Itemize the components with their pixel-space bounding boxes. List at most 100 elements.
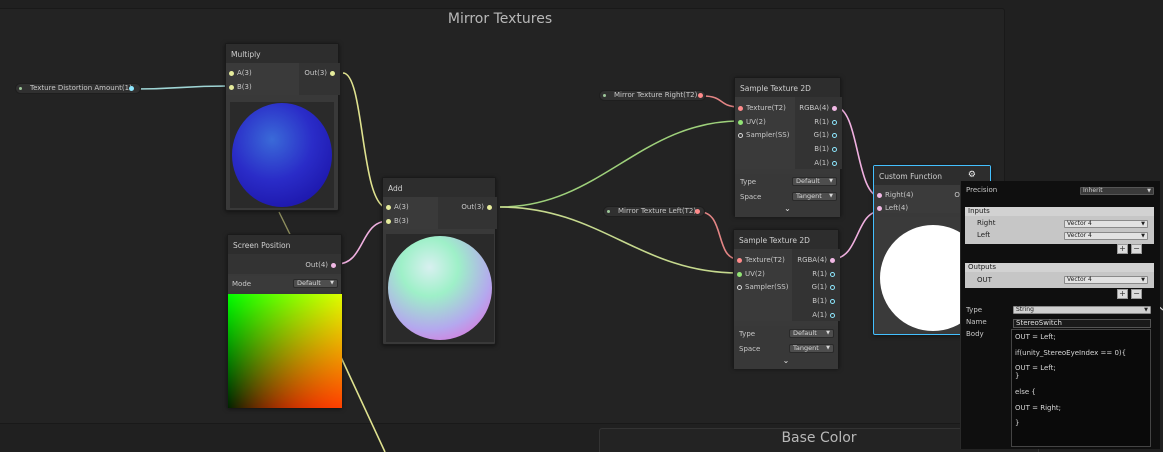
input-port-sampler[interactable]: Sampler(SS) — [735, 131, 789, 139]
gear-icon[interactable]: ⚙ — [968, 170, 976, 180]
screen-position-preview — [228, 294, 342, 408]
output-port-out[interactable]: Out(3) — [304, 69, 338, 77]
input-port-left[interactable]: Left(4) — [874, 204, 908, 212]
chevron-down-icon: ▼ — [829, 178, 833, 184]
add-input-button[interactable]: + — [1117, 244, 1128, 254]
add-node[interactable]: Add A(3) B(3) Out(3) — [382, 177, 497, 345]
output-type-dropdown[interactable]: Vector 4 ▼ — [1064, 276, 1148, 284]
output-column — [299, 63, 340, 95]
property-mirror-right-port[interactable] — [698, 93, 703, 98]
add-output-button[interactable]: + — [1117, 289, 1128, 299]
output-port-b[interactable]: B(1) — [812, 297, 838, 305]
input-port-uv[interactable]: UV(2) — [735, 118, 766, 126]
multiply-preview — [230, 102, 334, 208]
space-dropdown[interactable]: Tangent ▼ — [792, 192, 837, 201]
code-line: } — [1015, 419, 1020, 427]
mode-row: Mode Default ▼ — [228, 276, 341, 291]
settings-rows: Type Default ▼ Space Tangent ▼ ⌄ — [735, 174, 840, 217]
sample-texture-bottom-node[interactable]: Sample Texture 2D Texture(T2) UV(2) Samp… — [733, 229, 840, 369]
edge-screen-to-add — [336, 220, 389, 265]
input-type-dropdown[interactable]: Vector 4 ▼ — [1064, 232, 1148, 240]
input-port-texture[interactable]: Texture(T2) — [734, 256, 785, 264]
output-port-r[interactable]: R(1) — [812, 270, 838, 278]
node-title-text: Custom Function — [879, 172, 943, 181]
preview-gradient-x — [228, 294, 342, 408]
screen-position-node[interactable]: Screen Position Out(4) Mode Default ▼ — [227, 234, 342, 408]
precision-label: Precision — [966, 186, 998, 194]
settings-rows: Type Default ▼ Space Tangent ▼ ⌄ — [734, 326, 838, 369]
node-title: Add — [383, 178, 495, 197]
space-dropdown[interactable]: Tangent ▼ — [789, 344, 834, 353]
property-mirror-left-port[interactable] — [695, 209, 700, 214]
node-ports: A(3) B(3) Out(3) — [383, 197, 497, 229]
input-name[interactable]: Left — [977, 231, 990, 239]
input-port-uv[interactable]: UV(2) — [734, 270, 765, 278]
output-port-g[interactable]: G(1) — [812, 283, 838, 291]
edge-to-base-color — [339, 354, 386, 452]
output-port-out[interactable]: Out(3) — [461, 203, 495, 211]
add-preview — [386, 234, 494, 342]
property-texture-distortion[interactable]: Texture Distortion Amount(1) — [15, 83, 141, 94]
property-mirror-right[interactable]: Mirror Texture Right(T2) — [599, 90, 707, 101]
type-label: Type — [966, 306, 983, 314]
property-label: Mirror Texture Right(T2) — [614, 91, 698, 99]
property-distortion-port[interactable] — [129, 86, 134, 91]
collapse-chevron-down-icon[interactable]: ⌄ — [735, 204, 840, 213]
node-title: Sample Texture 2D — [734, 230, 838, 249]
input-type-dropdown[interactable]: Vector 4 ▼ — [1064, 220, 1148, 228]
type-dropdown[interactable]: Default ▼ — [792, 177, 837, 186]
outputs-section: OUT Vector 4 ▼ — [965, 272, 1154, 288]
output-port-r[interactable]: R(1) — [814, 118, 840, 126]
body-label: Body — [966, 330, 984, 338]
chevron-down-icon: ▼ — [826, 330, 830, 336]
input-port-b[interactable]: B(3) — [383, 217, 409, 225]
input-name[interactable]: Right — [977, 219, 995, 227]
output-port-rgba[interactable]: RGBA(4) — [797, 256, 838, 264]
property-mirror-left[interactable]: Mirror Texture Left(T2) — [603, 206, 706, 217]
chevron-down-icon: ▼ — [826, 345, 830, 351]
type-label: Type — [740, 178, 757, 186]
input-port-texture[interactable]: Texture(T2) — [735, 104, 786, 112]
type-dropdown[interactable]: String ▼ — [1013, 306, 1151, 314]
preview-sphere — [232, 103, 332, 207]
output-port-out[interactable]: Out(4) — [305, 261, 339, 269]
chevron-down-icon: ▼ — [330, 280, 334, 286]
chevron-down-icon: ▼ — [829, 193, 833, 199]
output-port-a[interactable]: A(1) — [814, 159, 840, 167]
mode-label: Mode — [232, 280, 252, 288]
input-port-a[interactable]: A(3) — [226, 69, 252, 77]
node-title: Multiply — [226, 44, 338, 63]
sample-texture-top-node[interactable]: Sample Texture 2D Texture(T2) UV(2) Samp… — [734, 77, 842, 217]
multiply-node[interactable]: Multiply A(3) B(3) Out(3) — [225, 43, 340, 211]
remove-input-button[interactable]: − — [1131, 244, 1142, 254]
body-code-editor[interactable]: OUT = Left; if(unity_StereoEyeIndex == 0… — [1011, 329, 1151, 447]
chevron-down-icon: ▼ — [1147, 188, 1151, 194]
type-label: Type — [739, 330, 756, 338]
input-port-right[interactable]: Right(4) — [874, 191, 913, 199]
mode-dropdown[interactable]: Default ▼ — [293, 279, 338, 288]
node-settings-panel[interactable]: Precision Inherit ▼ Inputs Right Vector 4… — [960, 181, 1160, 449]
output-port-g[interactable]: G(1) — [814, 131, 840, 139]
output-column — [438, 197, 497, 229]
output-port-a[interactable]: A(1) — [812, 311, 838, 319]
output-name[interactable]: OUT — [977, 276, 992, 284]
input-port-b[interactable]: B(3) — [226, 83, 252, 91]
name-field[interactable]: StereoSwitch — [1013, 319, 1151, 328]
inputs-section-header: Inputs — [965, 207, 1154, 216]
type-dropdown[interactable]: Default ▼ — [789, 329, 834, 338]
node-ports: Texture(T2) UV(2) Sampler(SS) RGBA(4) R(… — [734, 249, 840, 321]
collapse-chevron-down-icon[interactable]: ⌄ — [734, 356, 838, 365]
output-port-b[interactable]: B(1) — [814, 145, 840, 153]
input-port-a[interactable]: A(3) — [383, 203, 409, 211]
precision-dropdown[interactable]: Inherit ▼ — [1080, 187, 1154, 195]
property-dot — [19, 87, 22, 90]
chevron-down-icon: ▼ — [1141, 277, 1145, 283]
code-line: if(unity_StereoEyeIndex == 0){ — [1015, 349, 1127, 357]
property-dot — [603, 94, 606, 97]
preview-sphere — [388, 236, 492, 340]
output-port-rgba[interactable]: RGBA(4) — [799, 104, 840, 112]
remove-output-button[interactable]: − — [1131, 289, 1142, 299]
input-port-sampler[interactable]: Sampler(SS) — [734, 283, 788, 291]
node-title: Sample Texture 2D — [735, 78, 840, 97]
property-label: Texture Distortion Amount(1) — [30, 84, 132, 92]
